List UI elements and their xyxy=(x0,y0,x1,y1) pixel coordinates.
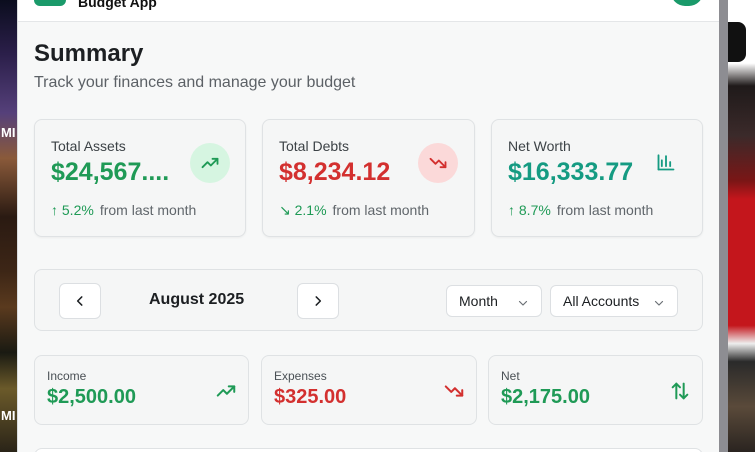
bar-chart-icon xyxy=(656,152,676,177)
previous-month-button[interactable] xyxy=(59,283,101,319)
card-label: Income xyxy=(47,369,87,383)
card-label: Expenses xyxy=(274,369,327,383)
page-title: Summary xyxy=(34,40,144,67)
card-value: $325.00 xyxy=(274,386,347,408)
net-worth-card: Net Worth $16,333.77 ↑ 8.7% from last mon… xyxy=(491,119,703,237)
next-section-card xyxy=(34,448,703,452)
card-value: $2,175.00 xyxy=(501,386,590,408)
expenses-card: Expenses $325.00 xyxy=(261,355,477,425)
period-navigation: August 2025 Month All Accounts xyxy=(34,269,703,331)
card-label: Net Worth xyxy=(508,138,571,154)
income-card: Income $2,500.00 xyxy=(34,355,249,425)
trending-down-small-icon: ↘ xyxy=(279,202,291,218)
chevron-down-icon xyxy=(654,300,664,306)
top-bar: Budget App xyxy=(18,0,719,22)
arrows-up-down-icon xyxy=(669,380,691,407)
card-label: Total Assets xyxy=(51,138,126,154)
background-image-right xyxy=(728,0,755,452)
card-value: $2,500.00 xyxy=(47,386,136,408)
card-footer: ↘ 2.1% from last month xyxy=(279,202,429,219)
card-label: Total Debts xyxy=(279,138,350,154)
scrollbar-track[interactable] xyxy=(719,0,728,452)
chevron-right-icon xyxy=(315,296,322,306)
account-filter-value: All Accounts xyxy=(563,293,640,309)
card-footer: ↑ 5.2% from last month xyxy=(51,202,196,218)
change-text: from last month xyxy=(99,202,197,218)
current-period-label: August 2025 xyxy=(149,291,245,308)
trending-up-icon xyxy=(215,380,237,407)
account-filter-select[interactable]: All Accounts xyxy=(550,285,678,317)
background-text: MI xyxy=(1,408,16,423)
avatar[interactable] xyxy=(671,0,703,6)
app-logo xyxy=(34,0,66,6)
card-value: $16,333.77 xyxy=(508,158,634,186)
app-window: Budget App Summary Track your finances a… xyxy=(17,0,719,452)
trending-down-icon xyxy=(418,143,458,183)
change-text: from last month xyxy=(332,202,430,218)
view-mode-select[interactable]: Month xyxy=(446,285,542,317)
arrow-up-icon: ↑ xyxy=(508,202,515,218)
card-label: Net xyxy=(501,369,520,383)
background-tab xyxy=(728,22,746,62)
trending-down-icon xyxy=(443,380,465,407)
card-value: $8,234.12 xyxy=(279,158,391,186)
app-name: Budget App xyxy=(78,0,157,10)
background-image-left: MI MI xyxy=(0,0,17,452)
background-text: MI xyxy=(1,125,16,140)
view-mode-value: Month xyxy=(459,293,498,309)
trending-up-icon xyxy=(190,143,230,183)
total-debts-card: Total Debts $8,234.12 ↘ 2.1% from last mo… xyxy=(262,119,475,237)
change-value: ↑ 8.7% xyxy=(508,202,551,218)
change-value: ↘ 2.1% xyxy=(279,202,327,218)
change-value: ↑ 5.2% xyxy=(51,202,94,218)
total-assets-card: Total Assets $24,567.... ↑ 5.2% from last… xyxy=(34,119,246,237)
change-text: from last month xyxy=(556,202,654,218)
next-month-button[interactable] xyxy=(297,283,339,319)
arrow-up-icon: ↑ xyxy=(51,202,58,218)
card-footer: ↑ 8.7% from last month xyxy=(508,202,653,218)
chevron-down-icon xyxy=(518,300,528,306)
card-value: $24,567.... xyxy=(51,158,170,186)
chevron-left-icon xyxy=(76,296,83,306)
page-subtitle: Track your finances and manage your budg… xyxy=(34,74,356,91)
net-card: Net $2,175.00 xyxy=(488,355,703,425)
